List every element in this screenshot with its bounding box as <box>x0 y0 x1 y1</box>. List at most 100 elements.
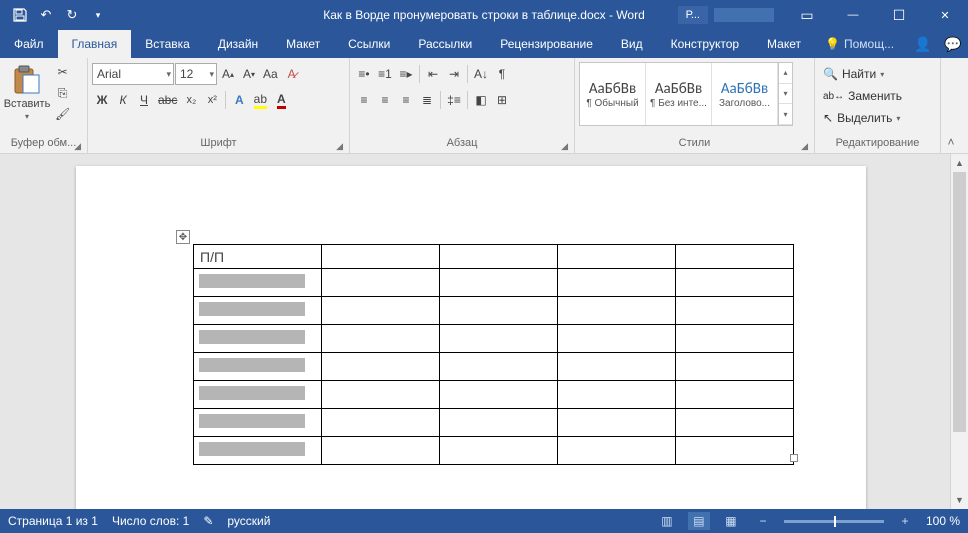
copy-icon[interactable]: ⎘ <box>52 83 73 103</box>
web-layout-icon[interactable]: ▦ <box>720 512 742 530</box>
table-cell[interactable] <box>194 437 322 465</box>
tab-layout[interactable]: Макет <box>272 30 334 58</box>
vertical-scrollbar[interactable]: ▲ ▼ <box>950 154 968 509</box>
dialog-launcher-icon[interactable]: ◢ <box>74 141 81 152</box>
document-table[interactable]: П/П <box>193 244 794 465</box>
shading-icon[interactable]: ◧ <box>471 90 491 110</box>
strike-button[interactable]: abc <box>155 90 180 110</box>
outdent-icon[interactable]: ⇤ <box>423 64 443 84</box>
undo-icon[interactable]: ↶ <box>34 3 58 27</box>
tell-me[interactable]: 💡Помощ... <box>815 30 904 58</box>
scroll-down-icon[interactable]: ▼ <box>951 491 968 509</box>
dialog-launcher-icon[interactable]: ◢ <box>336 141 343 152</box>
table-cell[interactable] <box>194 381 322 409</box>
style-normal[interactable]: АаБбВв ¶ Обычный <box>580 63 646 125</box>
tab-table-layout[interactable]: Макет <box>753 30 815 58</box>
language-button[interactable]: русский <box>227 514 270 528</box>
align-left-icon[interactable]: ≡ <box>354 90 374 110</box>
table-move-handle-icon[interactable]: ✥ <box>176 230 190 244</box>
close-icon[interactable]: ✕ <box>922 0 968 30</box>
scroll-up-icon[interactable]: ▲ <box>951 154 968 172</box>
sort-icon[interactable]: A↓ <box>471 64 491 84</box>
dialog-launcher-icon[interactable]: ◢ <box>801 141 808 152</box>
justify-icon[interactable]: ≣ <box>417 90 437 110</box>
subscript-button[interactable]: x₂ <box>181 90 201 110</box>
header-cell[interactable]: П/П <box>194 245 322 269</box>
font-name-combo[interactable]: Arial <box>92 63 174 85</box>
tab-file[interactable]: Файл <box>0 30 58 58</box>
collapse-ribbon-icon[interactable]: ˄ <box>941 58 961 153</box>
font-color-icon[interactable]: A <box>271 90 291 110</box>
multilevel-icon[interactable]: ≡▸ <box>396 64 416 84</box>
save-icon[interactable] <box>8 3 32 27</box>
indent-icon[interactable]: ⇥ <box>444 64 464 84</box>
borders-icon[interactable]: ⊞ <box>492 90 512 110</box>
page[interactable]: ✥ П/П <box>76 166 866 509</box>
show-marks-icon[interactable]: ¶ <box>492 64 512 84</box>
underline-button[interactable]: Ч <box>134 90 154 110</box>
qat-more-icon[interactable]: ▾ <box>86 3 110 27</box>
table-cell[interactable] <box>194 269 322 297</box>
find-button[interactable]: 🔍Найти▾ <box>819 64 906 84</box>
comments-icon[interactable]: 💬 <box>938 36 968 53</box>
bold-button[interactable]: Ж <box>92 90 112 110</box>
tab-table-design[interactable]: Конструктор <box>657 30 753 58</box>
tab-design[interactable]: Дизайн <box>204 30 272 58</box>
tab-review[interactable]: Рецензирование <box>486 30 607 58</box>
style-gallery[interactable]: АаБбВв ¶ Обычный АаБбВв ¶ Без инте... Аа… <box>579 62 793 126</box>
font-size-combo[interactable]: 12 <box>175 63 217 85</box>
page-count[interactable]: Страница 1 из 1 <box>8 514 98 528</box>
spellcheck-icon[interactable]: ✎ <box>203 514 213 528</box>
ribbon-options-icon[interactable]: ▭ <box>784 0 830 30</box>
text-effects-icon[interactable]: A <box>229 90 249 110</box>
table-cell[interactable] <box>194 325 322 353</box>
format-painter-icon[interactable]: 🖌 <box>52 104 73 124</box>
superscript-button[interactable]: x² <box>202 90 222 110</box>
style-no-spacing[interactable]: АаБбВв ¶ Без инте... <box>646 63 712 125</box>
line-spacing-icon[interactable]: ‡≡ <box>444 90 464 110</box>
table-cell[interactable] <box>194 297 322 325</box>
table-cell[interactable] <box>194 353 322 381</box>
table-resize-handle-icon[interactable] <box>790 454 798 462</box>
table-cell[interactable] <box>194 409 322 437</box>
align-right-icon[interactable]: ≡ <box>396 90 416 110</box>
word-count[interactable]: Число слов: 1 <box>112 514 189 528</box>
align-center-icon[interactable]: ≡ <box>375 90 395 110</box>
bullets-icon[interactable]: ≡• <box>354 64 374 84</box>
scroll-thumb[interactable] <box>953 172 966 432</box>
shrink-font-icon[interactable]: A▾ <box>239 64 259 84</box>
tab-view[interactable]: Вид <box>607 30 657 58</box>
table-cell[interactable] <box>558 245 676 269</box>
zoom-slider[interactable] <box>784 520 884 523</box>
dialog-launcher-icon[interactable]: ◢ <box>561 141 568 152</box>
cut-icon[interactable]: ✂ <box>52 62 73 82</box>
tab-references[interactable]: Ссылки <box>334 30 404 58</box>
redo-icon[interactable]: ↻ <box>60 3 84 27</box>
zoom-value[interactable]: 100 % <box>926 514 960 528</box>
clear-format-icon[interactable]: A̷ <box>282 64 302 84</box>
table-cell[interactable] <box>440 245 558 269</box>
read-mode-icon[interactable]: ▥ <box>656 512 678 530</box>
tab-home[interactable]: Главная <box>58 30 132 58</box>
user-badge[interactable]: Р... <box>678 6 708 24</box>
zoom-in-icon[interactable]: + <box>894 512 916 530</box>
numbering-icon[interactable]: ≡1 <box>375 64 395 84</box>
replace-button[interactable]: ab↔Заменить <box>819 86 906 106</box>
style-heading1[interactable]: АаБбВв Заголово... <box>712 63 778 125</box>
italic-button[interactable]: К <box>113 90 133 110</box>
minimize-icon[interactable]: — <box>830 0 876 30</box>
change-case-button[interactable]: Aa <box>260 64 281 84</box>
paste-button[interactable]: Вставить ▾ <box>4 60 50 121</box>
highlight-icon[interactable]: ab <box>250 90 270 110</box>
print-layout-icon[interactable]: ▤ <box>688 512 710 530</box>
tab-insert[interactable]: Вставка <box>131 30 204 58</box>
table-cell[interactable] <box>676 245 794 269</box>
share-icon[interactable]: 👤 <box>908 36 938 53</box>
gallery-more[interactable]: ▴▾▾ <box>778 63 792 125</box>
select-button[interactable]: ↖Выделить▾ <box>819 108 906 128</box>
tab-mailings[interactable]: Рассылки <box>404 30 486 58</box>
table-cell[interactable] <box>322 245 440 269</box>
zoom-out-icon[interactable]: − <box>752 512 774 530</box>
maximize-icon[interactable]: ☐ <box>876 0 922 30</box>
grow-font-icon[interactable]: A▴ <box>218 64 238 84</box>
